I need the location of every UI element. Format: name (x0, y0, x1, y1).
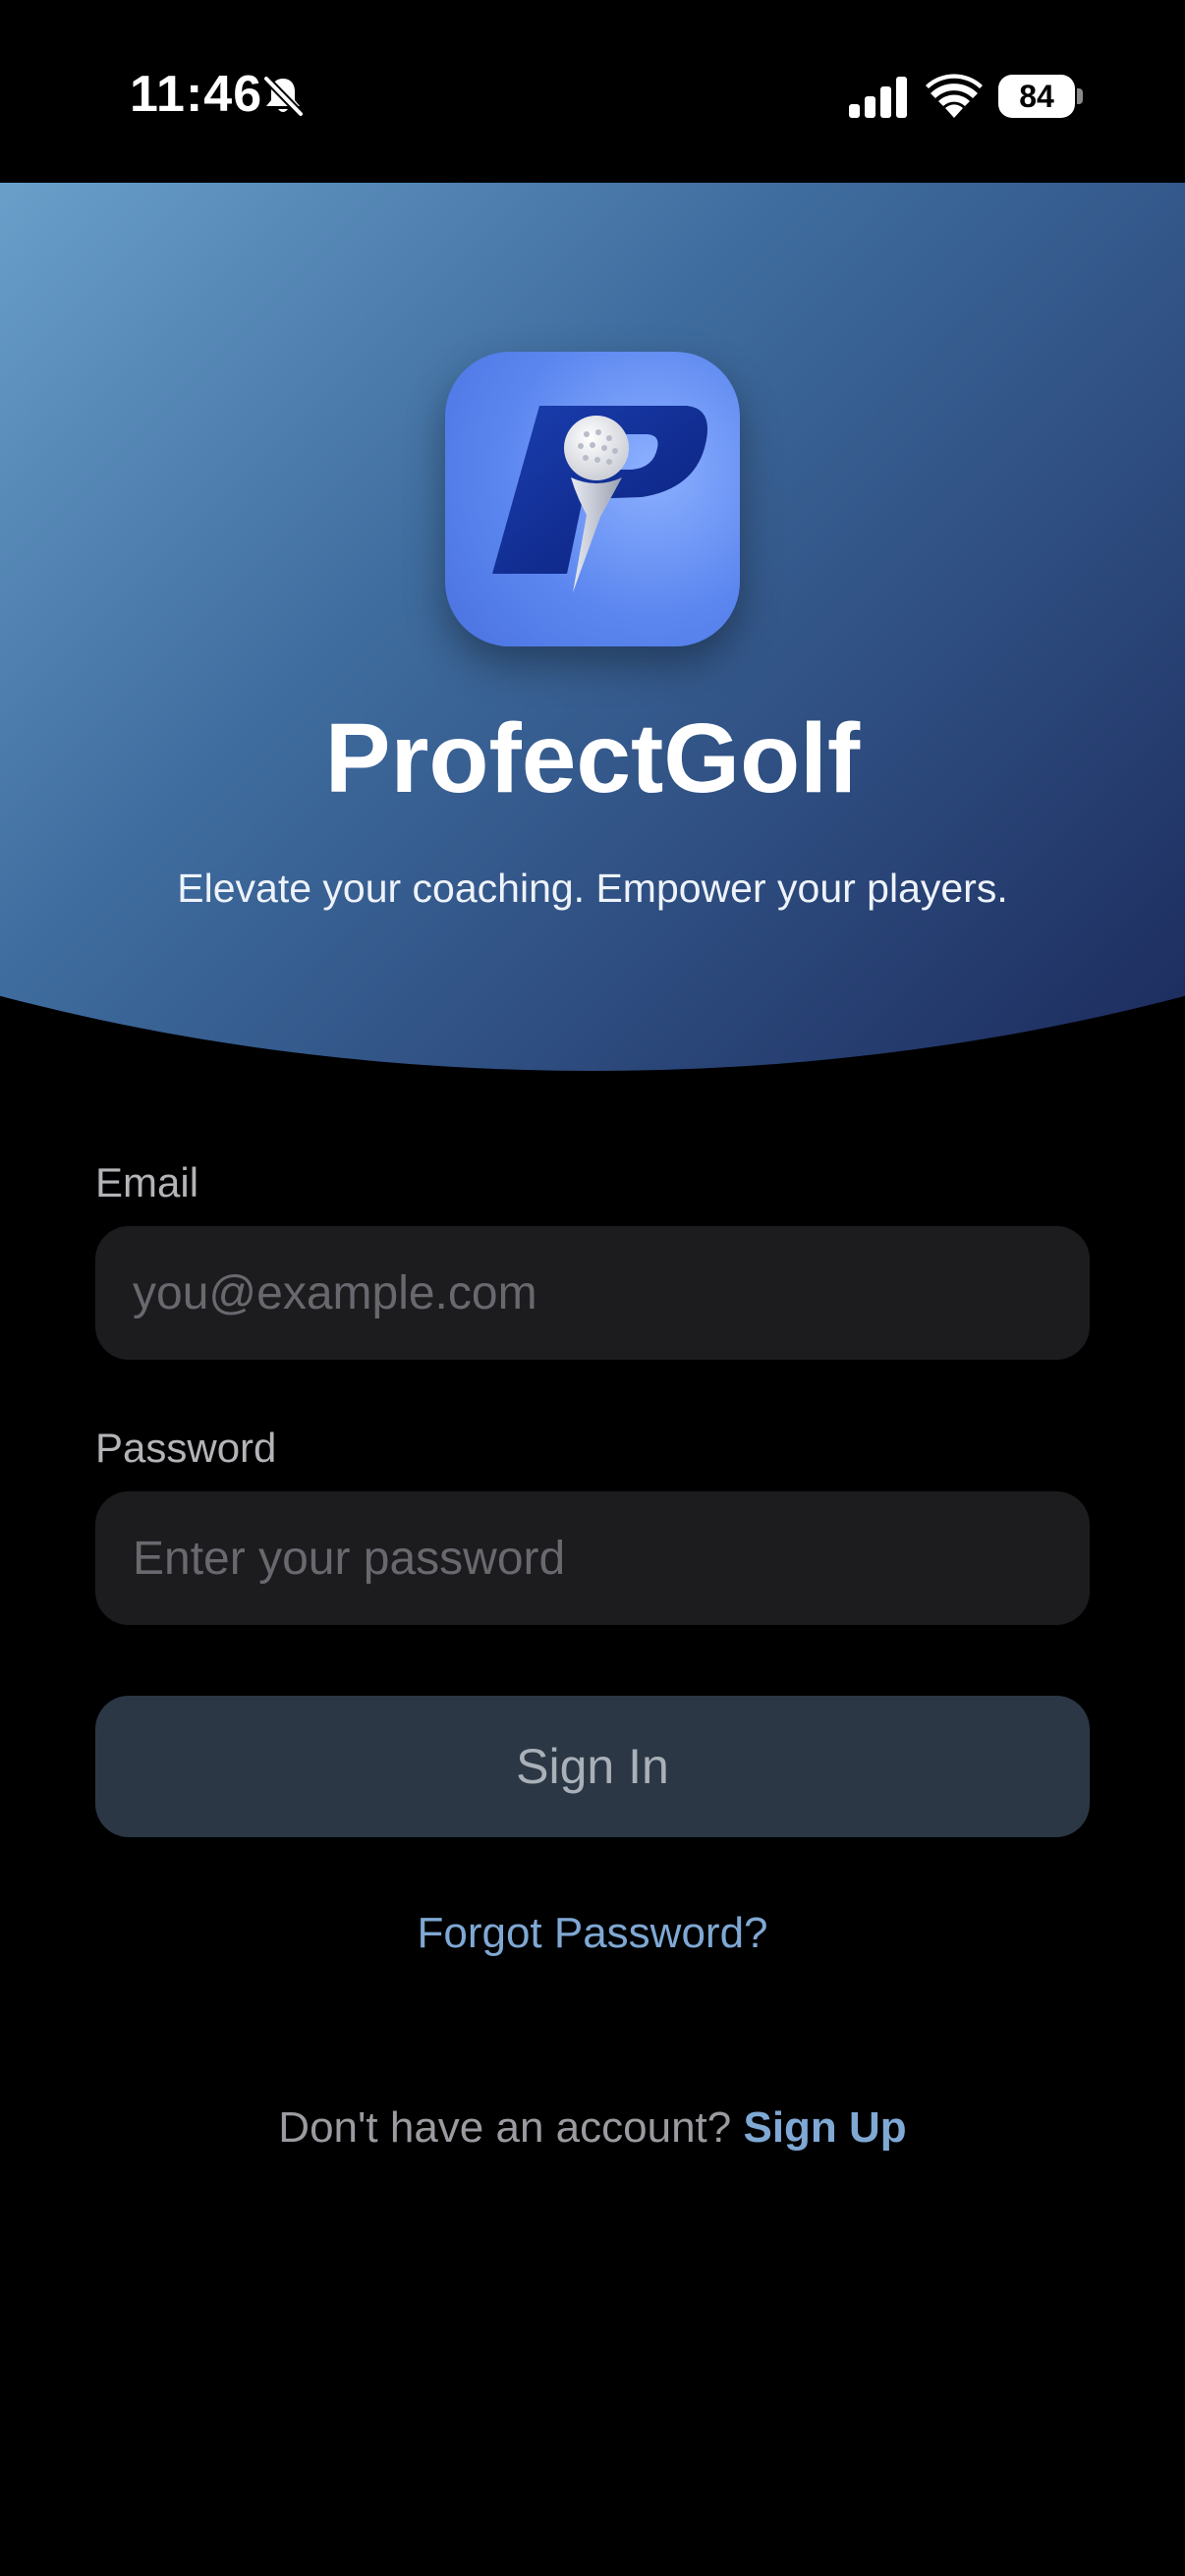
app-title: ProfectGolf (324, 703, 861, 813)
app-logo (445, 352, 740, 646)
status-bar: 11:46 84 (0, 0, 1185, 183)
battery-tip (1077, 88, 1083, 104)
bell-slash-icon (263, 76, 304, 117)
battery-level: 84 (998, 75, 1075, 118)
wifi-icon (926, 74, 983, 118)
email-label: Email (95, 1159, 199, 1205)
golf-ball-tee-p-logo-icon (492, 406, 708, 592)
cellular-signal-icon (849, 77, 907, 118)
status-time: 11:46 (130, 66, 263, 123)
signup-prompt: Don't have an account? (278, 2103, 732, 2152)
password-label: Password (95, 1425, 277, 1471)
sign-up-link[interactable]: Sign Up (743, 2103, 906, 2152)
battery-icon: 84 (998, 75, 1083, 118)
sign-in-button[interactable]: Sign In (95, 1696, 1090, 1837)
forgot-password-link[interactable]: Forgot Password? (0, 1904, 1185, 1963)
app-tagline: Elevate your coaching. Empower your play… (177, 866, 1008, 911)
password-field[interactable] (95, 1491, 1090, 1625)
email-field[interactable] (95, 1226, 1090, 1360)
signup-row: Don't have an account? Sign Up (0, 2099, 1185, 2157)
